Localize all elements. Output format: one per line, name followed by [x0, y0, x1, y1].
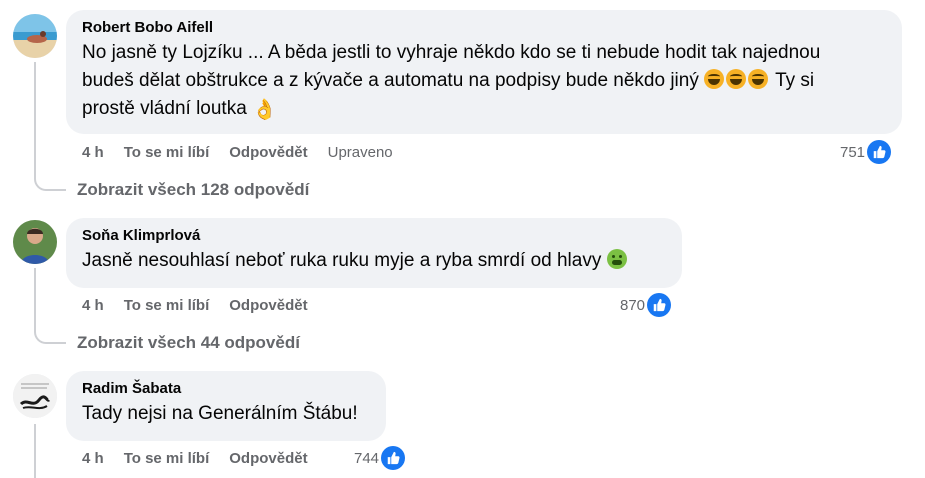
rolling-on-floor-laughing-icon [704, 69, 725, 89]
comment-actions: 4 h To se mi líbí Odpovědět [82, 296, 328, 316]
rolling-on-floor-laughing-icon [748, 69, 769, 89]
view-replies-link[interactable]: Zobrazit všech 128 odpovědí [77, 180, 309, 200]
reaction-summary[interactable]: 744 [354, 446, 406, 470]
like-icon [867, 140, 892, 164]
thread-line [34, 62, 36, 167]
avatar[interactable] [13, 220, 57, 264]
reaction-summary[interactable]: 751 [840, 140, 892, 164]
comment-author[interactable]: Soňa Klimprlová [82, 226, 666, 246]
comment-bubble: Soňa Klimprlová Jasně nesouhlasí neboť r… [66, 218, 682, 288]
avatar-drawing-image [13, 374, 57, 418]
comment-text: Jasně nesouhlasí neboť ruka ruku myje a … [82, 247, 666, 275]
timestamp[interactable]: 4 h [82, 143, 104, 163]
comment-actions: 4 h To se mi líbí Odpovědět [82, 449, 328, 469]
like-icon [647, 293, 672, 317]
comment-text-line: No jasně ty Lojzíku ... A běda jestli to… [82, 42, 821, 63]
avatar[interactable] [13, 374, 57, 418]
reply-button[interactable]: Odpovědět [229, 143, 307, 163]
thread-line [34, 424, 36, 478]
reaction-count: 870 [620, 296, 646, 314]
view-replies-link[interactable]: Zobrazit všech 44 odpovědí [77, 333, 300, 353]
like-button[interactable]: To se mi líbí [124, 296, 210, 316]
thread-line [34, 268, 36, 320]
comment-text: Tady nejsi na Generálním Štábu! [82, 403, 358, 424]
thread-curve [34, 318, 66, 344]
reaction-count: 751 [840, 143, 866, 161]
thread-curve [34, 165, 66, 191]
comment-text: No jasně ty Lojzíku ... A běda jestli to… [82, 39, 886, 124]
timestamp[interactable]: 4 h [82, 296, 104, 316]
like-button[interactable]: To se mi líbí [124, 449, 210, 469]
rolling-on-floor-laughing-icon [726, 69, 747, 89]
avatar-person-image [13, 220, 57, 264]
comment-text-line: prostě vládní loutka 👌 [82, 95, 886, 124]
avatar[interactable] [13, 14, 57, 58]
timestamp[interactable]: 4 h [82, 449, 104, 469]
avatar-beach-image [13, 14, 57, 58]
like-button[interactable]: To se mi líbí [124, 143, 210, 163]
edited-label: Upraveno [327, 144, 393, 161]
nauseated-face-icon [606, 249, 627, 269]
comment-bubble: Radim Šabata Tady nejsi na Generálním Št… [66, 371, 386, 441]
reply-button[interactable]: Odpovědět [229, 296, 307, 316]
ok-hand-icon: 👌 [252, 99, 277, 121]
reaction-summary[interactable]: 870 [620, 293, 672, 317]
comment-bubble: Robert Bobo Aifell No jasně ty Lojzíku .… [66, 10, 902, 134]
comment-actions: 4 h To se mi líbí Odpovědět Upraveno [82, 143, 413, 163]
like-icon [381, 446, 406, 470]
comment-author[interactable]: Radim Šabata [82, 379, 370, 399]
reaction-count: 744 [354, 449, 380, 467]
comment-text-line: budeš dělat obštrukce a z kývače a autom… [82, 69, 815, 91]
reply-button[interactable]: Odpovědět [229, 449, 307, 469]
comment-author[interactable]: Robert Bobo Aifell [82, 18, 886, 38]
